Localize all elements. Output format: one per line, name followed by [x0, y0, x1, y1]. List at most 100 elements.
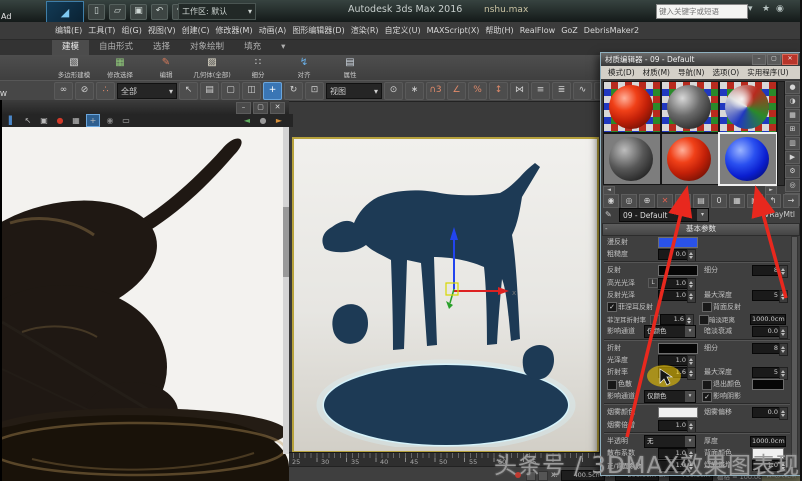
max-depth-field[interactable]: 5 [752, 289, 780, 301]
curve-editor-icon[interactable]: ∿ [573, 82, 592, 100]
material-editor-titlebar[interactable]: 材质编辑器 - 09 - Default – ▢ ✕ [601, 53, 799, 66]
mirror-icon[interactable]: ⋈ [510, 82, 529, 100]
monitor-icon[interactable]: ▭ [120, 115, 132, 126]
refl-gloss-field[interactable]: 1.0 [658, 289, 688, 301]
angle-snap-icon[interactable]: ∠ [447, 82, 466, 100]
next-image-icon[interactable]: ► [273, 115, 285, 126]
3ds-max-logo-icon[interactable]: ◢ [46, 1, 84, 23]
ribbon-tab-populate[interactable]: 填充 [234, 40, 271, 55]
minimize-icon[interactable]: – [752, 54, 766, 65]
ribbon-subdivide-button[interactable]: ∷ 细分 [236, 55, 280, 80]
material-slot-1[interactable] [603, 81, 661, 133]
selection-filter-dropdown[interactable]: 全部 ▾ [117, 83, 177, 99]
pointer-tool-icon[interactable]: ↖ [22, 115, 34, 126]
material-name-dropdown[interactable]: 09 - Default ▾ [619, 208, 709, 222]
select-and-rotate-icon[interactable]: ↻ [284, 82, 303, 100]
unlink-selection-icon[interactable]: ⊘ [75, 82, 94, 100]
dim-distance-field[interactable]: 1000.0cm [750, 314, 786, 326]
put-material-to-scene-icon[interactable]: ◎ [621, 194, 637, 208]
gizmo-plane-handle[interactable] [445, 282, 459, 296]
assign-material-to-selection-icon[interactable]: ⊕ [639, 194, 655, 208]
backside-refl-checkbox[interactable] [702, 302, 712, 313]
clipboard-icon[interactable]: ▣ [38, 115, 50, 126]
exit-color-swatch[interactable] [752, 379, 784, 391]
show-end-result-icon[interactable]: ▣ [747, 194, 763, 208]
undo-icon[interactable]: ↶ [151, 4, 168, 20]
menu-create[interactable]: 创建(C) [179, 25, 213, 36]
dispersion-checkbox[interactable] [607, 379, 617, 390]
lock-icon[interactable]: L [650, 314, 660, 325]
go-to-parent-icon[interactable]: ↰ [765, 194, 781, 208]
menu-views[interactable]: 视图(V) [145, 25, 179, 36]
show-map-in-viewport-icon[interactable]: ▦ [729, 194, 745, 208]
material-slot-4[interactable] [603, 133, 661, 185]
search-dropdown-icon[interactable]: ▾ [748, 4, 753, 14]
sample-uv-tiling-icon[interactable]: ⊞ [785, 123, 800, 136]
window-crossing-icon[interactable]: ◫ [242, 82, 261, 100]
subdivs-field[interactable]: 8 [752, 265, 780, 277]
menu-options[interactable]: 选项(O) [708, 67, 743, 78]
material-id-channel-icon[interactable]: 0 [711, 194, 727, 208]
put-to-library-icon[interactable]: ▤ [693, 194, 709, 208]
ribbon-edit-button[interactable]: ✎ 编辑 [144, 55, 188, 80]
make-preview-icon[interactable]: ▶ [785, 151, 800, 164]
select-and-manipulate-icon[interactable]: ∗ [405, 82, 424, 100]
refract-subdivs-field[interactable]: 8 [752, 342, 780, 354]
new-scene-icon[interactable]: ▯ [88, 4, 105, 20]
go-forward-to-sibling-icon[interactable]: → [783, 194, 799, 208]
ribbon-geometry-all-button[interactable]: ▨ 几何体(全部) [190, 55, 234, 80]
select-by-material-icon[interactable]: ◎ [785, 179, 800, 192]
material-type-button[interactable]: VRayMtl [729, 210, 795, 219]
lock-icon[interactable]: L [648, 278, 658, 289]
fog-bias-field[interactable]: 0.0 [752, 407, 780, 419]
use-pivot-point-icon[interactable]: ⊙ [384, 82, 403, 100]
options-icon[interactable]: ⚙ [785, 165, 800, 178]
bind-to-space-warp-icon[interactable]: ∴ [96, 82, 115, 100]
material-slot-3[interactable] [719, 81, 777, 133]
select-and-scale-icon[interactable]: ⊡ [305, 82, 324, 100]
fresnel-ior-field[interactable]: 1.6 [660, 314, 686, 326]
material-slot-2[interactable] [661, 81, 719, 133]
workspace-dropdown[interactable]: 工作区: 默认 ▾ [178, 3, 256, 20]
slot-scrollbar[interactable] [777, 81, 785, 186]
select-by-name-icon[interactable]: ▤ [200, 82, 219, 100]
sample-type-icon[interactable]: ● [785, 81, 800, 94]
hilight-gloss-field[interactable]: 1.0 [658, 277, 688, 289]
menu-realflow[interactable]: RealFlow [517, 26, 559, 35]
menu-modes[interactable]: 模式(D) [604, 67, 639, 78]
menu-edit[interactable]: 编辑(E) [52, 25, 85, 36]
slideshow-icon[interactable]: ● [257, 115, 269, 126]
select-and-move-icon[interactable]: + [263, 82, 282, 100]
viewer-edge-icon[interactable]: ▌ [6, 115, 18, 126]
reset-map-icon[interactable]: ✕ [657, 194, 673, 208]
percent-snap-icon[interactable]: % [468, 82, 487, 100]
save-file-icon[interactable]: ▣ [130, 4, 147, 20]
maximize-icon[interactable]: ▢ [253, 102, 268, 114]
reflect-color-swatch[interactable] [658, 265, 698, 277]
close-icon[interactable]: ✕ [782, 54, 798, 65]
menu-customize[interactable]: 自定义(U) [382, 25, 424, 36]
material-slot-5[interactable] [661, 133, 719, 185]
exit-color-checkbox[interactable] [702, 379, 712, 390]
refract-max-depth-field[interactable]: 5 [752, 366, 780, 378]
layer-manager-icon[interactable]: ≣ [552, 82, 571, 100]
backlight-icon[interactable]: ◑ [785, 95, 800, 108]
menu-graph-editors[interactable]: 图形编辑器(D) [289, 25, 347, 36]
rollout-scrollbar[interactable] [791, 236, 798, 469]
affect-shadows-checkbox[interactable]: ✓ [702, 391, 712, 402]
dim-distance-checkbox[interactable] [699, 314, 709, 325]
refract-affect-channels-dropdown[interactable]: 仅颜色 ▾ [644, 390, 696, 404]
menu-group[interactable]: 组(G) [118, 25, 144, 36]
get-material-icon[interactable]: ◉ [603, 194, 619, 208]
menu-utilities[interactable]: 实用程序(U) [743, 67, 792, 78]
photo-scrollbar[interactable] [283, 127, 289, 454]
menu-material[interactable]: 材质(M) [639, 67, 674, 78]
material-slot-6-selected[interactable] [718, 132, 778, 186]
ribbon-tab-selection[interactable]: 选择 [143, 40, 180, 55]
affect-channels-dropdown[interactable]: 仅颜色 ▾ [644, 325, 696, 339]
menu-navigation[interactable]: 导航(N) [674, 67, 708, 78]
select-and-link-icon[interactable]: ∞ [54, 82, 73, 100]
dim-falloff-field[interactable]: 0.0 [752, 326, 780, 338]
pan-tool-icon[interactable]: + [86, 114, 100, 127]
fresnel-checkbox[interactable]: ✓ [607, 302, 617, 313]
